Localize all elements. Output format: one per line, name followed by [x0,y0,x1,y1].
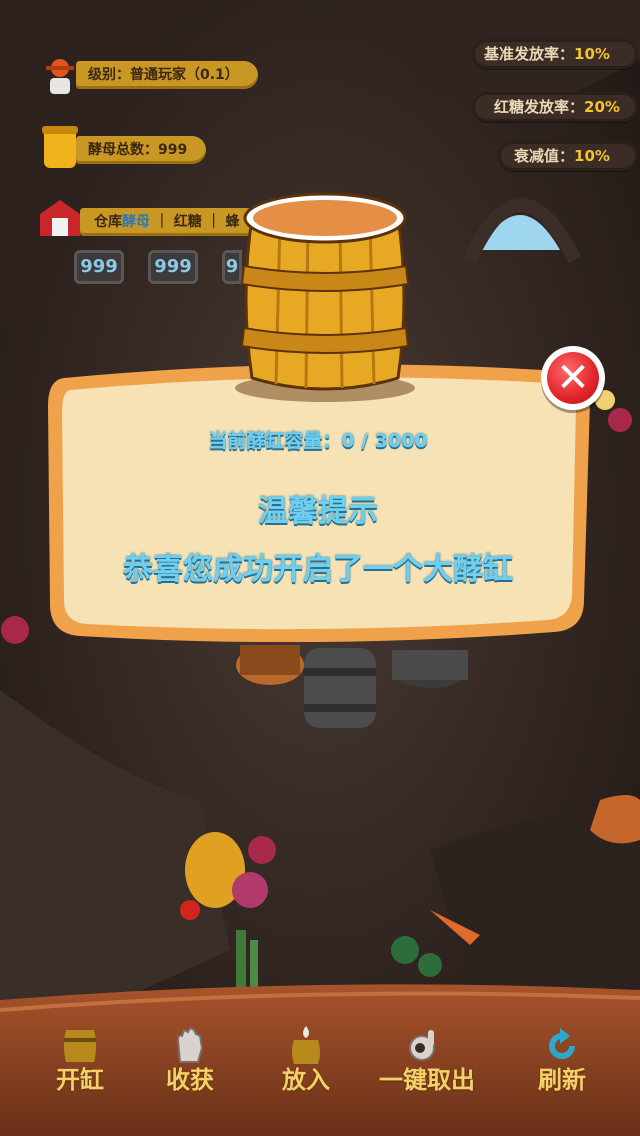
dialog-message: 恭喜您成功开启了一个大酵缸 [123,552,513,587]
close-icon: ✕ [547,352,599,404]
yeast-total-pill: 酵母总数：999 [76,136,206,164]
game-scene: 级别：普通玩家（0.1） 酵母总数：999 仓库酵母 ｜ 红糖 ｜ 蜂 999 … [0,0,640,1136]
yeast-total-text: 酵母总数：999 [88,142,188,158]
barn-icon [38,198,82,238]
fermentation-barrel [235,192,415,402]
take-all-button[interactable]: 一键取出 [374,1020,480,1120]
base-rate-label: 基准发放率： [484,45,575,63]
dialog-title: 温馨提示 [258,494,378,529]
put-in-button[interactable]: 放入 [256,1020,356,1120]
warehouse-tab-sugar[interactable]: 红糖 [174,214,202,230]
warehouse-separator: ｜ [154,214,169,230]
open-barrel-label: 开缸 [56,1066,104,1094]
refresh-button[interactable]: 刷新 [512,1020,612,1120]
open-barrel-button[interactable]: 开缸 [30,1020,130,1120]
yeast-jar-icon [40,124,80,170]
harvest-label: 收获 [166,1066,214,1094]
base-rate-value: 10% [574,45,610,63]
put-in-label: 放入 [282,1066,330,1094]
warehouse-label: 仓库 [94,214,122,230]
warehouse-separator: ｜ [206,214,221,230]
player-avatar-icon [42,56,78,96]
capacity-text: 当前酵缸容量：0 / 3000 [208,430,428,452]
base-rate-pill: 基准发放率：10% [472,39,638,69]
level-pill: 级别：普通玩家（0.1） [76,61,258,89]
harvest-button[interactable]: 收获 [140,1020,240,1120]
decay-value: 10% [574,147,610,165]
decay-pill: 衰减值：10% [498,141,638,171]
sugar-rate-value: 20% [584,98,620,116]
warehouse-count-2: 999 [148,250,198,284]
sugar-rate-pill: 红糖发放率：20% [472,92,638,122]
take-all-label: 一键取出 [379,1066,475,1094]
close-button[interactable]: ✕ [541,346,605,410]
decay-label: 衰减值： [514,147,575,165]
sugar-rate-label: 红糖发放率： [494,98,585,116]
warehouse-count-1: 999 [74,250,124,284]
level-text: 级别：普通玩家（0.1） [88,67,239,83]
refresh-label: 刷新 [538,1066,586,1094]
warehouse-tab-yeast[interactable]: 酵母 [122,214,150,230]
